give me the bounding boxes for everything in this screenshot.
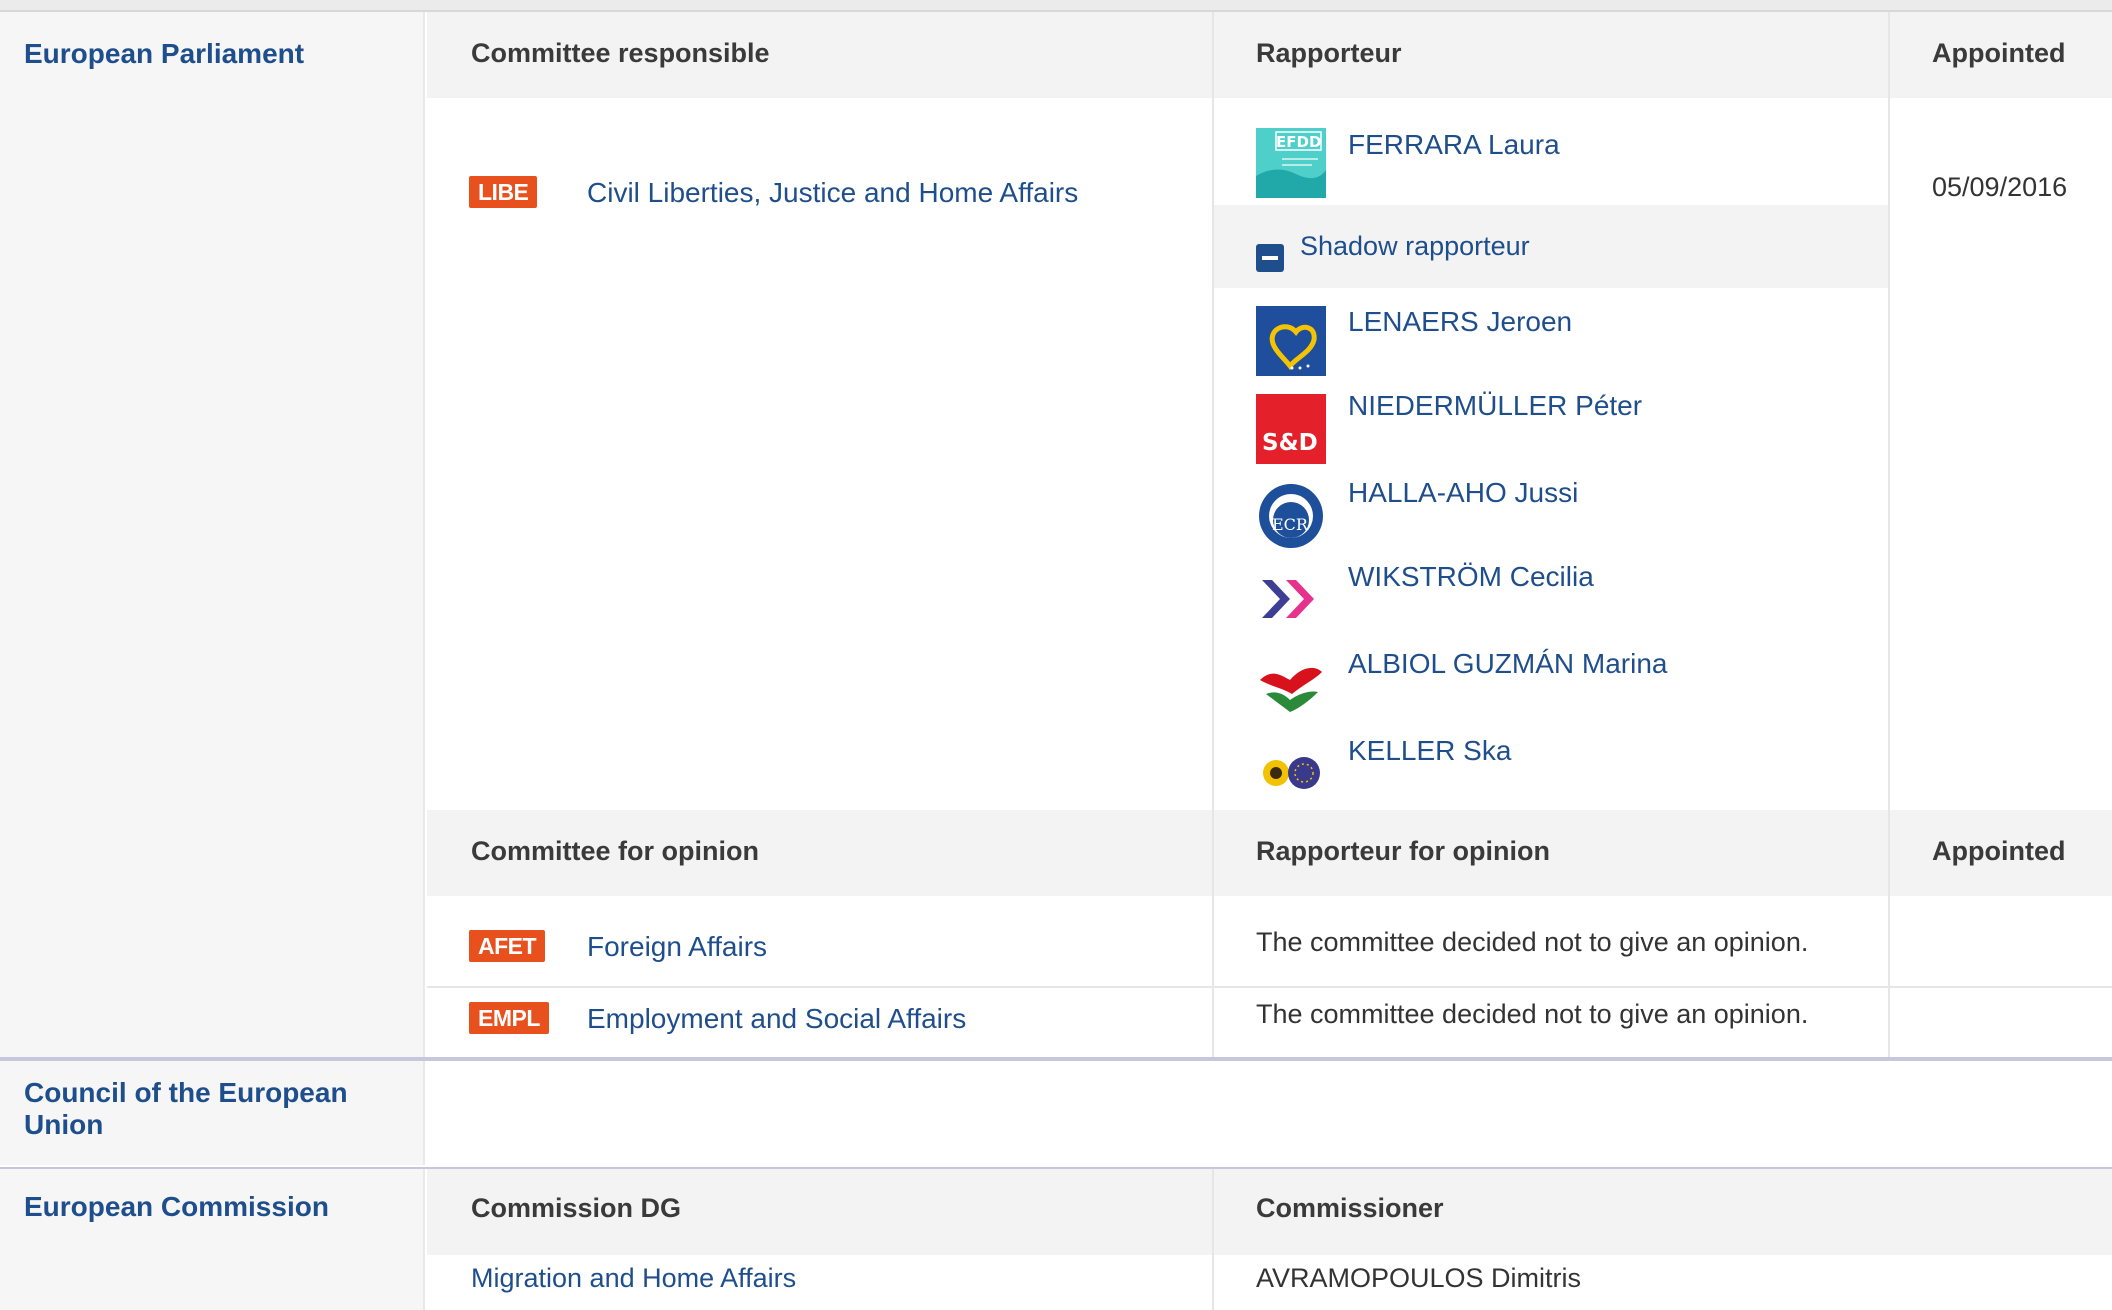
gue-ngl-logo-icon — [1256, 650, 1326, 720]
institution-column: Council of the European Union — [0, 1061, 425, 1165]
header-appointed-opinion: Appointed — [1890, 810, 2112, 896]
sd-logo-icon: S&D — [1256, 394, 1326, 464]
efdd-logo-text: EFDD — [1276, 133, 1321, 151]
header-commission-dg-label: Commission DG — [471, 1193, 682, 1223]
alde-logo-icon — [1256, 564, 1326, 634]
committee-link-afet[interactable]: Foreign Affairs — [587, 931, 767, 963]
section-european-commission: European Commission Commission DG Commis… — [0, 1167, 2112, 1310]
opinion-status-text: The committee decided not to give an opi… — [1256, 927, 1809, 957]
shadow-rapporteur-link[interactable]: ALBIOL GUZMÁN Marina — [1348, 648, 1667, 680]
row-divider — [427, 986, 2112, 988]
header-appointed: Appointed — [1890, 12, 2112, 98]
institution-label-european-parliament[interactable]: European Parliament — [24, 38, 384, 70]
header-appointed-label: Appointed — [1932, 38, 2066, 68]
committee-link-empl[interactable]: Employment and Social Affairs — [587, 1003, 966, 1035]
header-committee-opinion: Committee for opinion — [427, 810, 1212, 896]
header-committee-responsible-label: Committee responsible — [471, 38, 770, 68]
header-committee-opinion-label: Committee for opinion — [471, 836, 759, 866]
column-separator — [1212, 12, 1214, 1057]
committee-link-libe[interactable]: Civil Liberties, Justice and Home Affair… — [587, 177, 1078, 209]
shadow-rapporteur-link[interactable]: KELLER Ska — [1348, 735, 1511, 767]
header-commission-dg: Commission DG — [427, 1169, 1212, 1255]
header-commissioner: Commissioner — [1214, 1169, 2112, 1255]
ecr-logo-icon: ECR — [1256, 480, 1326, 550]
shadow-rapporteur-link[interactable]: WIKSTRÖM Cecilia — [1348, 561, 1594, 593]
committee-code-badge-afet: AFET — [469, 930, 546, 962]
institution-column: European Parliament — [0, 12, 425, 1057]
header-rapporteur-label: Rapporteur — [1256, 38, 1402, 68]
shadow-rapporteur-toggle[interactable]: Shadow rapporteur — [1300, 231, 1530, 262]
shadow-rapporteur-link[interactable]: NIEDERMÜLLER Péter — [1348, 390, 1642, 422]
commission-dg-link[interactable]: Migration and Home Affairs — [471, 1263, 796, 1294]
institution-column: European Commission — [0, 1169, 425, 1310]
sd-logo-text: S&D — [1262, 430, 1318, 456]
header-committee-responsible: Committee responsible — [427, 12, 1212, 98]
rapporteur-link-ferrara[interactable]: FERRARA Laura — [1348, 129, 1560, 161]
appointed-date: 05/09/2016 — [1932, 172, 2068, 202]
committee-code-badge-libe: LIBE — [469, 176, 538, 208]
commissioner-name: AVRAMOPOULOS Dimitris — [1256, 1263, 1582, 1293]
shadow-rapporteur-link[interactable]: LENAERS Jeroen — [1348, 306, 1572, 338]
column-separator — [1212, 1169, 1214, 1310]
section-council: Council of the European Union — [0, 1059, 2112, 1165]
header-rapporteur: Rapporteur — [1214, 12, 1888, 98]
shadow-rapporteur-link[interactable]: HALLA-AHO Jussi — [1348, 477, 1578, 509]
column-separator — [1888, 12, 1890, 1057]
efdd-logo-icon: EFDD — [1256, 128, 1326, 198]
epp-logo-icon — [1256, 306, 1326, 376]
greens-efa-logo-icon — [1256, 736, 1326, 806]
collapse-minus-icon[interactable] — [1256, 244, 1284, 272]
top-border — [0, 0, 2112, 12]
header-rapporteur-opinion-label: Rapporteur for opinion — [1256, 836, 1550, 866]
opinion-status-text: The committee decided not to give an opi… — [1256, 999, 1809, 1029]
header-appointed-opinion-label: Appointed — [1932, 836, 2066, 866]
header-commissioner-label: Commissioner — [1256, 1193, 1444, 1223]
ecr-logo-text: ECR — [1272, 515, 1309, 534]
institution-label-commission[interactable]: European Commission — [24, 1191, 384, 1223]
institution-label-council[interactable]: Council of the European Union — [24, 1077, 404, 1141]
section-european-parliament: European Parliament Committee responsibl… — [0, 12, 2112, 1057]
committee-code-badge-empl: EMPL — [469, 1002, 549, 1034]
header-rapporteur-opinion: Rapporteur for opinion — [1214, 810, 1888, 896]
